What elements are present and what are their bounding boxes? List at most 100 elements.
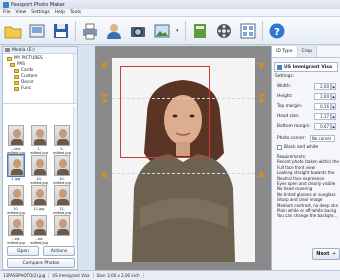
actions-button[interactable]: Actions [43,246,75,256]
thumbnail-image [8,185,24,206]
film-reel-icon[interactable] [214,20,234,42]
folder-icon [14,87,19,91]
thumbnail-item[interactable] [52,215,72,237]
status-size: Size: 2,00 x 2,00 inch [94,273,144,278]
thumbnail-image [54,155,70,176]
thumbnail-item[interactable]: 10-edited.jpg [52,155,72,185]
scan-icon[interactable] [27,20,47,42]
thumbnail-image [8,125,24,146]
open-button[interactable]: Open [7,246,39,256]
book-icon[interactable] [190,20,210,42]
thumbnail-item[interactable]: 10-edited.jpg [29,155,49,185]
chin-left-marker-icon[interactable] [101,170,108,177]
head-size-input[interactable]: 1,17 [314,112,331,120]
tree-item-func[interactable]: Func [5,86,75,92]
camera-icon[interactable] [128,20,148,42]
folder-icon [14,75,19,79]
photo-corner-row: Photo corner: No corner [272,133,340,143]
bottom-margin-stepper[interactable]: ◆ [331,122,336,130]
photo-canvas[interactable] [112,58,255,262]
tab-id-type[interactable]: ID Type [272,46,298,57]
height-row: Height: 2,00 ◆ [277,92,336,100]
help-icon[interactable]: ? [267,20,287,42]
head-size-row: Head size: 1,17 ◆ [277,112,336,120]
chin-guide-line [112,173,255,174]
title-bar: Passport Photo Maker [0,0,340,9]
media-browser-panel: Media (E:) MY PICTURES PAS Cards Custom … [2,46,78,270]
bottom-margin-input[interactable]: 0,47 [314,122,331,130]
top-right-marker-icon[interactable] [258,63,265,70]
folder-icon [14,81,19,85]
window-title: Passport Photo Maker [11,1,65,8]
top-left-marker-icon[interactable] [101,63,108,70]
thumbnail-item[interactable]: 10-edited.jpg [6,185,26,215]
folder-icon [14,69,19,73]
arrow-right-icon: ➜ [331,251,336,257]
thumbnail-item[interactable]: 11.jpg [29,185,49,211]
eye-right-marker-icon[interactable] [258,94,265,102]
next-button[interactable]: Next ➜ [312,248,340,260]
status-bar: 13PASSPHOTO(2).jpg US Immigrant Visa Siz… [0,270,340,280]
enhance-icon[interactable] [152,20,172,42]
drive-icon [5,48,10,52]
settings-label: Settings: [275,74,295,79]
compare-photos-button[interactable]: Compare Photos [7,258,75,268]
thumbnail-image [54,215,70,236]
toolbar-separator [75,20,76,41]
thumbnail-image [31,155,47,176]
checkbox-box [277,145,282,150]
thumbnail-item[interactable]: ...ied-edited.jpg [6,125,26,155]
eye-left-marker-icon[interactable] [101,94,108,102]
tab-crop[interactable]: Crop [297,46,318,57]
menu-file[interactable]: File [3,10,11,15]
user-icon[interactable] [104,20,124,42]
chin-right-marker-icon[interactable] [258,170,265,177]
thumbnail-grid: ...ied-edited.jpg 1-edited.jpg 1-edited.… [3,107,77,247]
toolbar-separator [185,20,186,41]
thumbnail-item[interactable]: ...ed-edited.jpg [6,215,26,245]
head-size-stepper[interactable]: ◆ [331,112,336,120]
menu-view[interactable]: View [16,10,27,15]
flag-icon [277,64,282,70]
height-stepper[interactable]: ◆ [331,92,336,100]
top-margin-row: Top margin: 0,16 ◆ [277,102,336,110]
width-input[interactable]: 2,00 [314,82,331,90]
menu-bar: File View Settings Help Tools [0,9,340,17]
thumbnail-image [31,125,47,146]
photo-workspace [95,46,271,270]
width-row: Width: 2,00 ◆ [277,82,336,90]
crop-frame[interactable] [120,66,210,158]
drive-selector[interactable]: Media (E:) [3,47,77,54]
tree-scrollbar[interactable] [73,54,77,103]
toolbar-separator [262,20,263,41]
open-folder-icon[interactable] [3,20,23,42]
height-input[interactable]: 2,00 [314,92,331,100]
print-icon[interactable] [80,20,100,42]
thumbnail-item[interactable]: 1-edited.jpg [29,125,49,155]
thumbnail-scrollbar[interactable] [73,107,77,247]
id-type-selector[interactable]: US Immigrant Visa [274,62,338,72]
top-margin-input[interactable]: 0,16 [314,102,331,110]
menu-settings[interactable]: Settings [31,10,49,15]
toolbar: ▾ ? [0,17,340,45]
thumbnail-item[interactable]: ...ed-edited.jpg [29,215,49,245]
svg-text:?: ? [274,27,280,38]
thumbnail-item[interactable]: 1-edited.jpg [52,125,72,155]
menu-help[interactable]: Help [55,10,65,15]
thumbnail-image [31,215,47,236]
top-margin-stepper[interactable]: ◆ [331,102,336,110]
thumbnail-image [54,125,70,146]
menu-tools[interactable]: Tools [70,10,81,15]
thumbnail-item-selected[interactable]: 1.jpg [6,154,26,181]
layout-icon[interactable] [238,20,258,42]
enhance-dropdown-icon[interactable]: ▾ [176,28,182,34]
thumbnail-item[interactable]: 12-edited.jpg [52,185,72,215]
eye-guide-line [112,98,255,99]
bottom-margin-row: Bottom margin: 0,47 ◆ [277,122,336,130]
width-stepper[interactable]: ◆ [331,82,336,90]
save-icon[interactable] [51,20,71,42]
thumbnail-image [54,185,70,206]
status-filename: 13PASSPHOTO(2).jpg [0,273,50,278]
photo-corner-select[interactable]: No corner [309,134,335,142]
thumbnail-image [31,185,47,206]
